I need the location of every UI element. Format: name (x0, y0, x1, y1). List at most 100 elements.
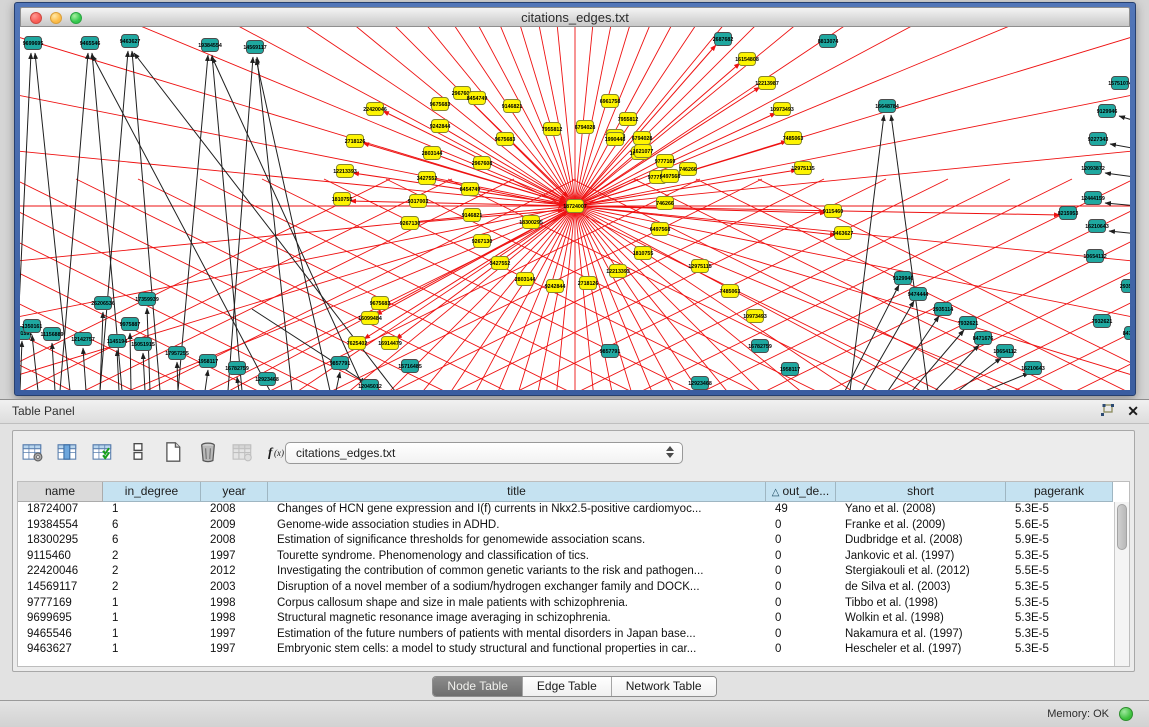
graph-node[interactable]: 2935114 (933, 303, 953, 316)
graph-node[interactable]: 9463627 (120, 35, 141, 48)
graph-node[interactable]: 3427552 (417, 172, 438, 185)
network-canvas[interactable]: 1830029596756832967608845474991468219267… (20, 27, 1130, 390)
graph-node[interactable]: 8215953 (1058, 207, 1079, 220)
column-header-short[interactable]: short (836, 482, 1006, 502)
table-row[interactable]: 946362711997Embryonic stem cells: a mode… (18, 642, 1129, 658)
column-header-in_degree[interactable]: in_degree (103, 482, 201, 502)
graph-node[interactable]: 9317003 (408, 195, 429, 208)
merge-table-icon[interactable] (231, 440, 255, 464)
tab-node-table[interactable]: Node Table (433, 677, 523, 696)
graph-node[interactable]: 18724007 (563, 200, 587, 213)
table-row[interactable]: 911546021997Tourette syndrome. Phenomeno… (18, 549, 1129, 565)
graph-node[interactable]: 9227343 (1088, 133, 1109, 146)
graph-node[interactable]: 746266 (679, 163, 697, 176)
table-row[interactable]: 1830029562008Estimation of significance … (18, 533, 1129, 549)
graph-node[interactable]: 746266 (656, 197, 674, 210)
scrollbar-thumb[interactable] (1117, 504, 1127, 550)
import-table-icon[interactable] (91, 440, 115, 464)
graph-node[interactable]: 11156889 (41, 328, 64, 341)
table-panel-titlebar[interactable]: Table Panel ✕ (0, 400, 1149, 424)
graph-node[interactable]: 2718126 (345, 135, 366, 148)
graph-node[interactable]: 8454749 (460, 183, 481, 196)
float-panel-icon[interactable] (1099, 404, 1115, 418)
graph-node[interactable]: 6497568 (650, 223, 671, 236)
window-titlebar[interactable]: citations_edges.txt (20, 7, 1130, 27)
graph-node[interactable]: 7485063 (783, 132, 804, 145)
graph-node[interactable]: 22420046 (363, 103, 387, 116)
column-view-icon[interactable] (56, 440, 80, 464)
graph-node[interactable]: 10654112 (1083, 250, 1106, 263)
graph-node[interactable]: 12093872 (1081, 162, 1105, 175)
graph-node[interactable]: 9267130 (400, 217, 421, 230)
graph-node[interactable]: 1350161 (22, 320, 43, 333)
graph-node[interactable]: 12142757 (71, 333, 95, 346)
graph-node[interactable]: 3427552 (490, 257, 511, 270)
graph-node[interactable]: 6961758 (600, 95, 621, 108)
graph-node[interactable]: 9146821 (462, 209, 483, 222)
graph-node[interactable]: 8471676 (973, 332, 994, 345)
graph-node[interactable]: 7955812 (618, 113, 639, 126)
graph-node[interactable]: 7932621 (1092, 315, 1113, 328)
graph-node[interactable]: 12444159 (1081, 192, 1105, 205)
graph-node[interactable]: 7485063 (720, 285, 741, 298)
graph-node[interactable]: 1145194 (107, 335, 127, 348)
column-header-title[interactable]: title (268, 482, 766, 502)
graph-node[interactable]: 8471676 (1123, 327, 1130, 340)
graph-node[interactable]: 9975887 (120, 318, 141, 331)
graph-node[interactable]: 15751074 (1108, 77, 1130, 90)
graph-node[interactable]: 7625402 (347, 337, 368, 350)
graph-node[interactable]: 10973493 (770, 103, 794, 116)
graph-node[interactable]: 9857791 (600, 345, 621, 358)
graph-node[interactable]: 12213987 (755, 77, 779, 90)
graph-node[interactable]: 9129946 (1097, 105, 1118, 118)
graph-node[interactable]: 1621077 (633, 145, 654, 158)
column-header-name[interactable]: name (18, 482, 103, 502)
graph-node[interactable]: 2935114 (1120, 280, 1130, 293)
tab-network-table[interactable]: Network Table (612, 677, 716, 696)
graph-node[interactable]: 10973493 (743, 310, 767, 323)
graph-node[interactable]: 2718126 (578, 277, 599, 290)
graph-node[interactable]: 8454749 (467, 92, 488, 105)
graph-node[interactable]: 6794028 (632, 132, 653, 145)
graph-node[interactable]: 18300295 (519, 216, 543, 229)
table-row[interactable]: 1938455462009Genome-wide association stu… (18, 518, 1129, 534)
graph-node[interactable]: 9463627 (833, 227, 854, 240)
graph-node[interactable]: 7955812 (542, 123, 563, 136)
table-row[interactable]: 969969511998Structural magnetic resonanc… (18, 611, 1129, 627)
graph-node[interactable]: 2687682 (713, 33, 734, 46)
graph-node[interactable]: 12045012 (358, 380, 382, 391)
citation-graph[interactable]: 1830029596756832967608845474991468219267… (20, 27, 1130, 390)
graph-node[interactable]: 17359939 (135, 293, 159, 306)
graph-node[interactable]: 12213393 (606, 265, 630, 278)
table-row[interactable]: 1872400712008Changes of HCN gene express… (18, 502, 1129, 518)
graph-node[interactable]: 10654112 (993, 345, 1016, 358)
graph-node[interactable]: 16154808 (735, 53, 759, 66)
graph-node[interactable]: 16210643 (1085, 220, 1109, 233)
graph-node[interactable]: 9146821 (502, 100, 523, 113)
table-settings-icon[interactable] (21, 440, 45, 464)
tab-edge-table[interactable]: Edge Table (523, 677, 612, 696)
graph-node[interactable]: 6497568 (660, 170, 681, 183)
table-scrollbar[interactable] (1114, 502, 1129, 666)
graph-node[interactable]: 1958117 (780, 363, 800, 376)
graph-node[interactable]: 16782759 (748, 340, 772, 353)
graph-node[interactable]: 9675683 (495, 133, 516, 146)
graph-node[interactable]: 16782759 (225, 362, 249, 375)
column-header-year[interactable]: year (201, 482, 268, 502)
graph-node[interactable]: 15051915 (131, 338, 155, 351)
graph-node[interactable]: 14569117 (243, 41, 266, 54)
graph-node[interactable]: 8813074 (818, 35, 839, 48)
table-row[interactable]: 2242004622012Investigating the contribut… (18, 564, 1129, 580)
graph-node[interactable]: 26206536 (91, 297, 115, 310)
graph-node[interactable]: 16914479 (378, 337, 402, 350)
graph-node[interactable]: 12923468 (688, 377, 712, 390)
graph-node[interactable]: 12213393 (333, 165, 357, 178)
graph-node[interactable]: 1990448 (605, 133, 626, 146)
graph-node[interactable]: 12975115 (688, 260, 711, 273)
graph-node[interactable]: 9474444 (908, 288, 929, 301)
graph-node[interactable]: 7932621 (958, 317, 979, 330)
graph-node[interactable]: 9699695 (23, 37, 44, 50)
graph-node[interactable]: 17957255 (165, 347, 189, 360)
graph-node[interactable]: 9675683 (370, 297, 391, 310)
graph-node[interactable]: 19384554 (198, 39, 222, 52)
